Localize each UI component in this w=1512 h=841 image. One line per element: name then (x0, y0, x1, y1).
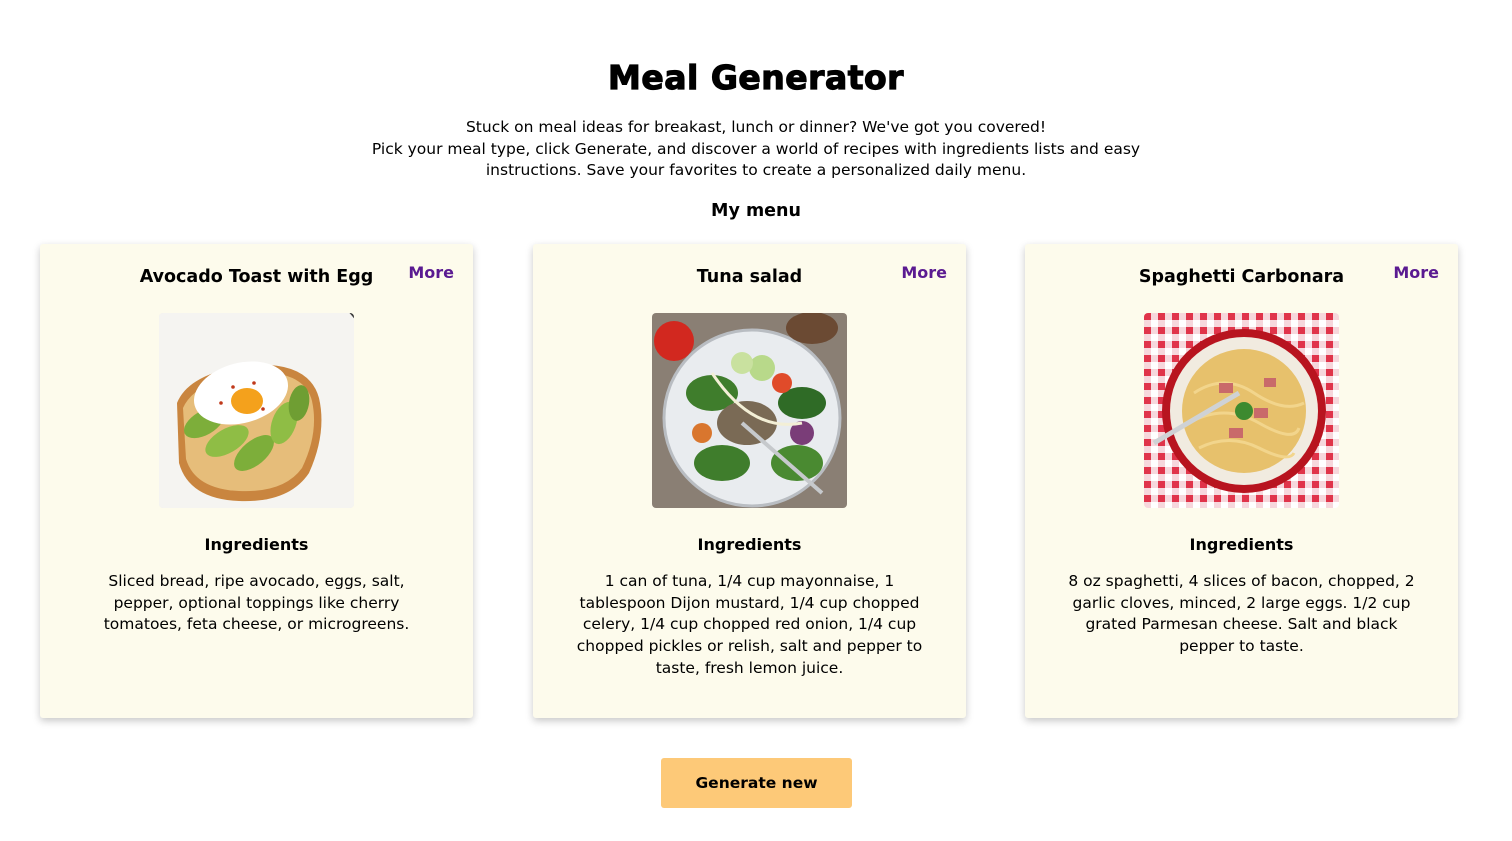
recipe-card-avocado-toast: Avocado Toast with Egg More Ingredients … (40, 244, 473, 718)
ingredients-text: Sliced bread, ripe avocado, eggs, salt, … (103, 572, 410, 634)
ingredients-heading: Ingredients (1189, 535, 1294, 554)
intro-text: Stuck on meal ideas for breakast, lunch … (356, 117, 1156, 182)
generate-new-button[interactable]: Generate new (661, 758, 852, 808)
recipe-photo-avocado-toast (159, 313, 354, 508)
recipe-photo-tuna-salad (652, 313, 847, 508)
page-title: Meal Generator (607, 57, 904, 97)
ingredients-text: 8 oz spaghetti, 4 slices of bacon, chopp… (1068, 572, 1415, 656)
more-link[interactable]: More (901, 263, 947, 282)
intro-line-1: Stuck on meal ideas for breakast, lunch … (465, 118, 1047, 136)
meal-generator-page: Meal Generator Stuck on meal ideas for b… (0, 0, 1512, 841)
ingredients-heading: Ingredients (204, 535, 309, 554)
recipe-card-spaghetti-carbonara: Spaghetti Carbonara More Ingredients 8 o… (1025, 244, 1458, 718)
more-link[interactable]: More (1393, 263, 1439, 282)
recipe-photo-spaghetti-carbonara (1144, 313, 1339, 508)
my-menu-heading: My menu (711, 201, 801, 221)
ingredients-heading: Ingredients (697, 535, 802, 554)
ingredients-text: 1 can of tuna, 1/4 cup mayonnaise, 1 tab… (576, 572, 923, 677)
more-link[interactable]: More (408, 263, 454, 282)
recipe-card-tuna-salad: Tuna salad More Ingredients 1 can of tun… (533, 244, 966, 718)
intro-line-2: Pick your meal type, click Generate, and… (371, 139, 1141, 180)
